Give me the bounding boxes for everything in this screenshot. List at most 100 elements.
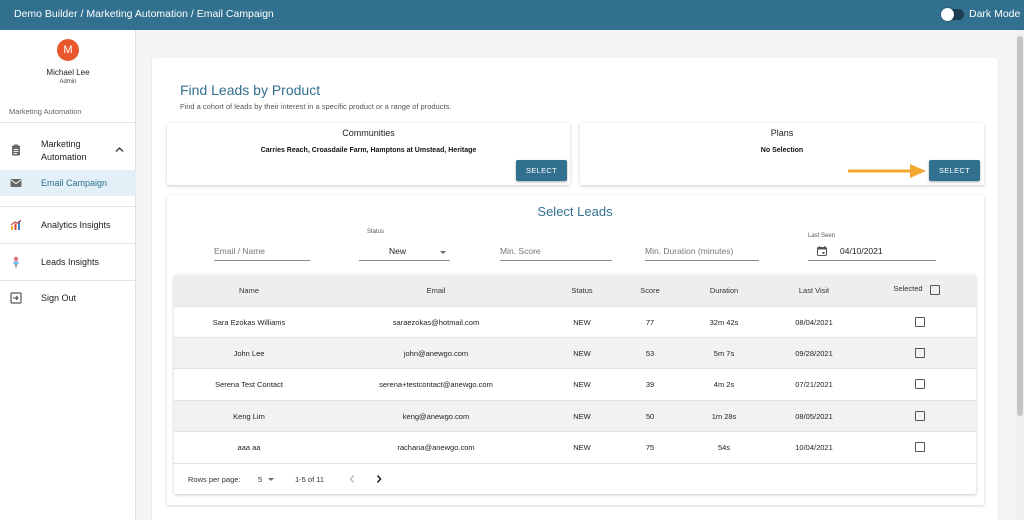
cell-last-visit: 07/21/2021 [795,380,833,389]
row-select-checkbox[interactable] [915,348,925,358]
dropdown-caret-icon [440,251,446,254]
cell-score: 50 [645,412,655,421]
plans-header: Plans [770,128,794,138]
cell-score: 53 [645,349,655,358]
breadcrumb-demo-builder[interactable]: Demo Builder [14,8,78,20]
column-header-name[interactable]: Name [239,286,259,295]
row-select-checkbox[interactable] [915,411,925,421]
sidebar-section-label: Marketing Automation [9,107,82,116]
cell-status: NEW [573,318,591,327]
sidebar-item-label: Sign Out [41,293,77,303]
table-row[interactable]: Serena Test Contact serena+testcontact@a… [174,368,976,399]
breadcrumb: Demo Builder / Marketing Automation / Em… [14,8,274,20]
analytics-icon [10,219,22,230]
row-select-checkbox[interactable] [915,442,925,452]
arrow-annotation-icon [848,164,926,178]
chevron-left-icon[interactable] [348,474,356,484]
select-leads-title: Select Leads [537,204,613,219]
top-app-bar: Demo Builder / Marketing Automation / Em… [0,0,1024,30]
min-duration-placeholder: Min. Duration (minutes) [645,246,734,256]
cell-last-visit: 09/28/2021 [795,349,833,358]
page-title: Find Leads by Product [180,82,321,98]
select-all-checkbox[interactable] [930,285,940,295]
cell-duration: 4m 2s [713,380,735,389]
column-header-duration[interactable]: Duration [710,286,738,295]
rows-per-page-select[interactable]: 5 [258,475,262,484]
cell-score: 75 [645,443,655,452]
min-score-placeholder: Min. Score [500,246,541,256]
sidebar: M Michael Lee Admin Marketing Automation… [0,30,136,520]
cell-email: keng@anewgo.com [402,412,470,421]
cell-last-visit: 10/04/2021 [795,443,833,452]
email-icon [10,179,22,187]
column-header-last-visit[interactable]: Last Visit [799,286,829,295]
dark-mode-label: Dark Mode [969,8,1021,20]
sidebar-item-email-campaign[interactable]: Email Campaign [0,170,136,196]
leads-icon [13,256,19,268]
sidebar-item-label: Email Campaign [41,178,108,188]
sidebar-item-label: Automation [41,152,87,162]
cell-name: Keng Lim [233,412,265,421]
table-row[interactable]: aaa aa rachana@anewgo.com NEW 75 54s 10/… [174,431,976,462]
avatar[interactable]: M [57,39,79,61]
cell-duration: 5m 7s [713,349,735,358]
column-header-selected: Selected [893,284,923,293]
column-header-email[interactable]: Email [427,286,446,295]
communities-value: Carries Reach, Croasdaile Farm, Hamptons… [260,147,477,154]
min-duration-field[interactable]: Min. Duration (minutes) [645,242,759,261]
table-row[interactable]: Sara Ezokas Williams saraezokas@hotmail.… [174,306,976,337]
sidebar-item-sign-out[interactable]: Sign Out [0,284,136,314]
table-pagination: Rows per page: 5 1-5 of 11 [174,463,976,494]
calendar-icon[interactable] [817,246,827,256]
last-seen-label: Last Seen [808,233,836,239]
cell-duration: 1m 28s [711,412,737,421]
cell-duration: 32m 42s [709,318,739,327]
clipboard-icon [12,144,20,156]
cell-status: NEW [573,349,591,358]
min-score-field[interactable]: Min. Score [500,242,612,261]
last-seen-value: 04/10/2021 [840,246,883,256]
sign-out-icon [10,292,22,304]
plans-value: No Selection [760,147,804,154]
column-header-score[interactable]: Score [640,286,660,295]
dark-mode-toggle[interactable] [941,8,964,21]
column-header-status[interactable]: Status [571,286,592,295]
cell-email: rachana@anewgo.com [397,443,475,452]
last-seen-date-field[interactable]: Last Seen 04/10/2021 [808,231,936,261]
cell-email: serena+testcontact@anewgo.com [379,380,493,389]
chevron-right-icon[interactable] [375,474,383,484]
table-row[interactable]: John Lee john@anewgo.com NEW 53 5m 7s 09… [174,337,976,368]
sidebar-item-marketing-automation[interactable]: Marketing Automation [0,132,136,168]
rows-per-page-label: Rows per page: [188,475,241,484]
breadcrumb-separator: / [77,8,87,20]
chevron-up-icon[interactable] [115,146,124,153]
pagination-range: 1-5 of 11 [295,475,325,484]
sidebar-item-label: Analytics Insights [41,220,111,230]
breadcrumb-marketing-automation[interactable]: Marketing Automation [86,8,188,20]
row-select-checkbox[interactable] [915,317,925,327]
breadcrumb-separator: / [187,8,197,20]
plans-select-button[interactable]: SELECT [929,160,980,181]
cell-name: Serena Test Contact [215,380,283,389]
email-name-field[interactable]: Email / Name [214,242,310,261]
sidebar-item-label: Leads Insights [41,257,100,267]
cell-score: 77 [645,318,655,327]
cell-score: 39 [645,380,655,389]
communities-card: Communities Carries Reach, Croasdaile Fa… [167,123,570,185]
cell-duration: 54s [717,443,731,452]
page-subtitle: Find a cohort of leads by their interest… [180,102,452,111]
sidebar-item-leads-insights[interactable]: Leads Insights [0,247,136,277]
cell-status: NEW [573,443,591,452]
cell-name: aaa aa [237,443,261,452]
sidebar-item-label: Marketing [41,139,81,149]
dropdown-caret-icon[interactable] [268,478,274,481]
status-select[interactable]: Status New [359,228,450,261]
breadcrumb-email-campaign: Email Campaign [196,8,274,20]
page-scrollbar[interactable] [1016,30,1024,520]
scrollbar-thumb[interactable] [1017,36,1023,416]
table-row[interactable]: Keng Lim keng@anewgo.com NEW 50 1m 28s 0… [174,400,976,431]
communities-select-button[interactable]: SELECT [516,160,567,181]
row-select-checkbox[interactable] [915,379,925,389]
cell-status: NEW [573,380,591,389]
toggle-knob [941,8,954,21]
